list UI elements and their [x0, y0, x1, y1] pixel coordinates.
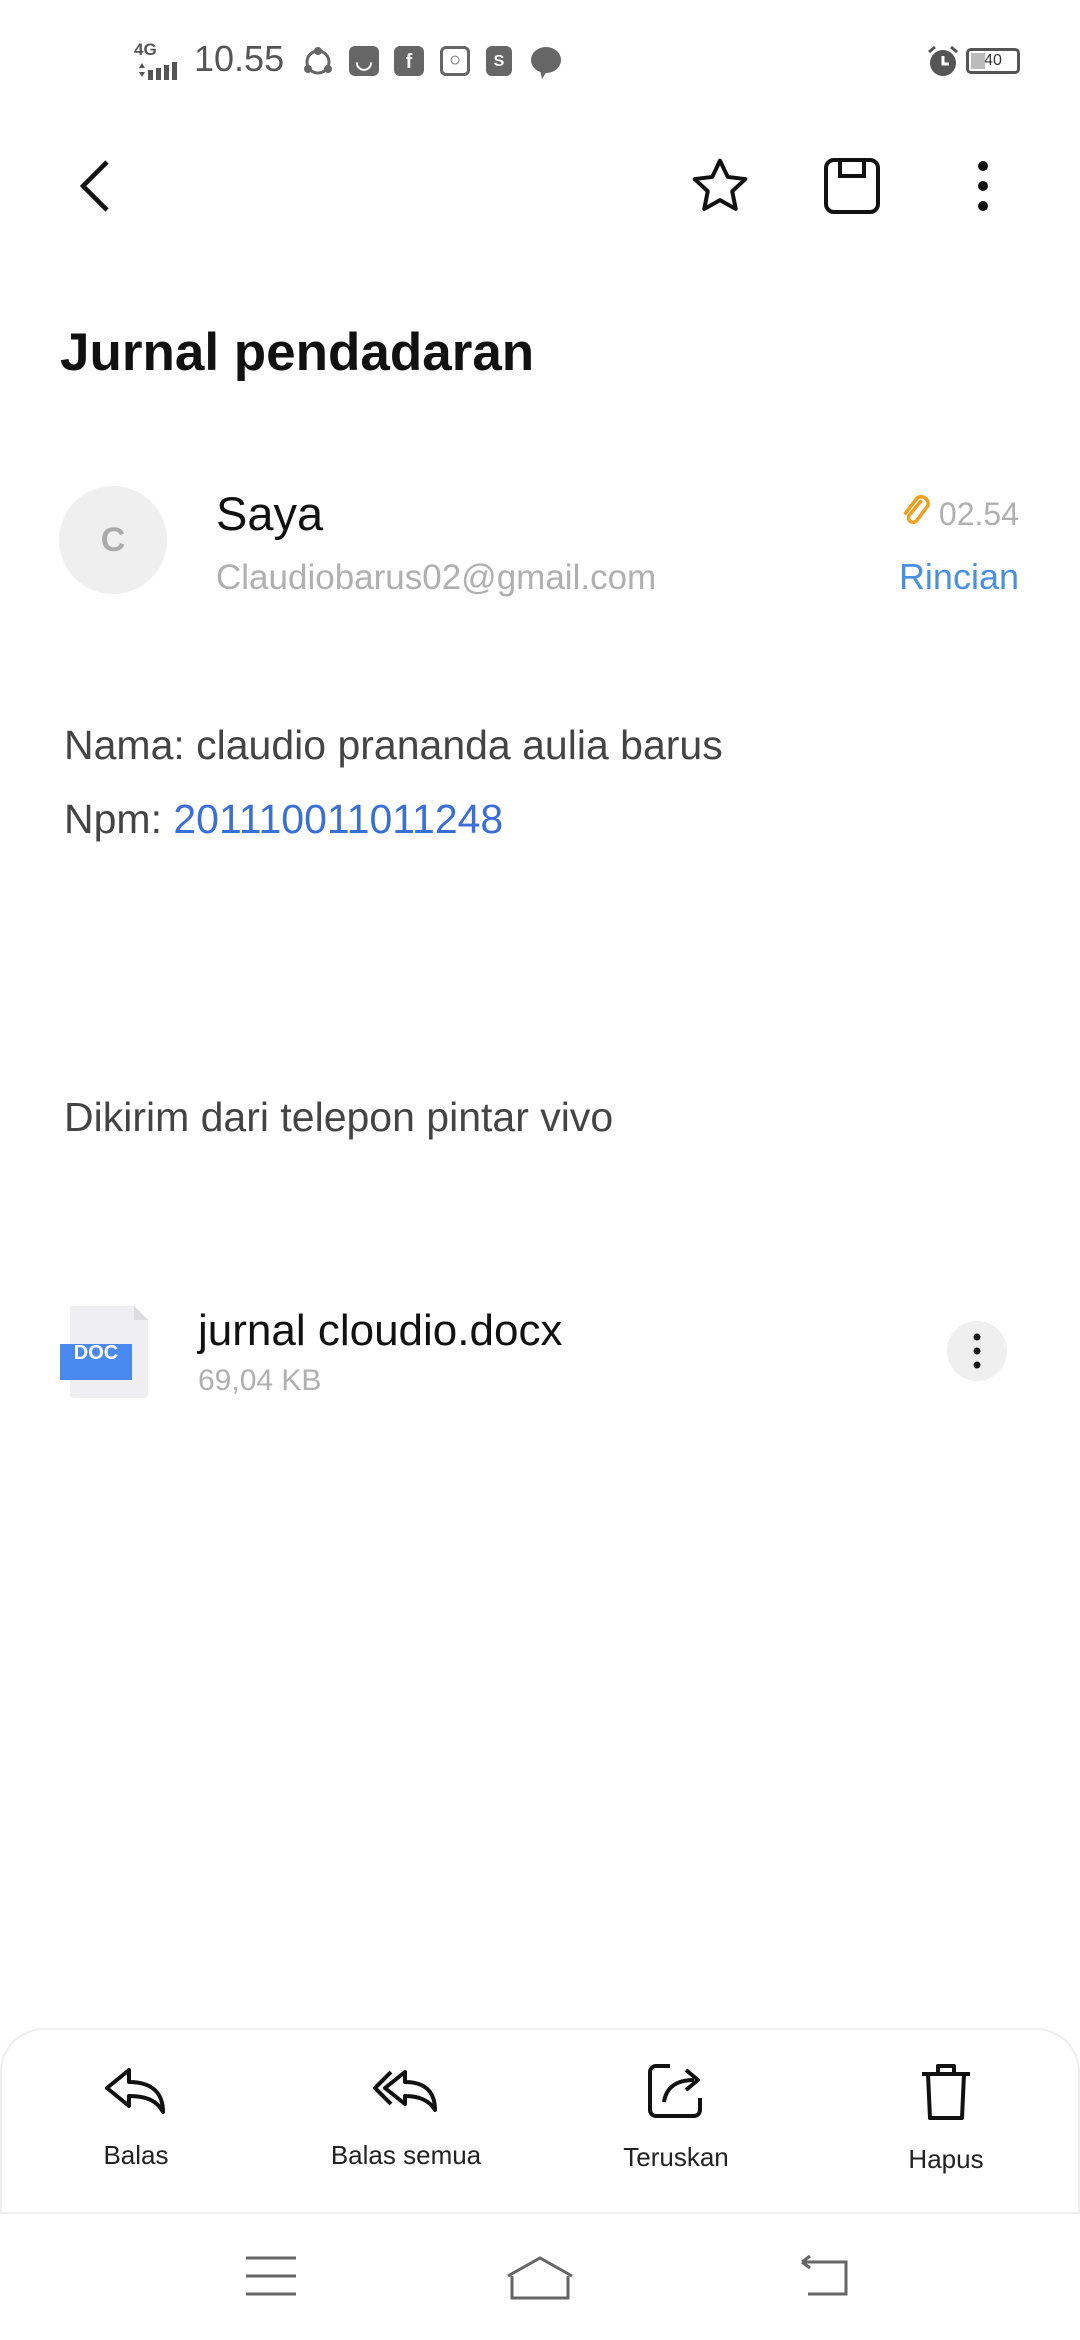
reply-all-icon [373, 2070, 437, 2112]
star-icon [692, 158, 748, 211]
shopee-icon: S [486, 46, 512, 76]
sync-icon [304, 47, 332, 75]
alarm-icon [928, 45, 958, 76]
attachment-more-button[interactable] [947, 1321, 1007, 1381]
home-icon[interactable] [504, 2254, 576, 2302]
reply-all-label: Balas semua [330, 2140, 482, 2170]
sender-email: Claudiobarus02@gmail.com [216, 558, 657, 597]
email-subject: Jurnal pendadaran [60, 323, 535, 382]
attachment-icon [903, 495, 930, 525]
save-icon [824, 158, 880, 214]
body-npm-line: Npm: 201110011011248 [64, 796, 503, 843]
more-options-button[interactable] [947, 150, 1019, 222]
action-bar: Balas Balas semua Teruskan Hapus [0, 2028, 1080, 2212]
body-name-line: Nama: claudio prananda aulia barus [64, 722, 723, 768]
trash-icon [922, 2064, 970, 2120]
more-icon [978, 161, 988, 211]
delete-label: Hapus [908, 2144, 984, 2174]
doc-type-label: DOC [73, 1342, 119, 1364]
back-icon [79, 160, 109, 212]
network-indicator: 4G [134, 40, 157, 59]
reply-all-button[interactable]: Balas semua [296, 2062, 516, 2171]
signature: Dikirim dari telepon pintar vivo [64, 1094, 614, 1140]
forward-button[interactable]: Teruskan [566, 2062, 786, 2173]
clock: 10.55 [194, 38, 285, 79]
npm-label: Npm: [64, 796, 174, 842]
details-link[interactable]: Rincian [899, 556, 1019, 598]
chat-icon [531, 47, 561, 79]
sender-name: Saya [216, 487, 324, 540]
npm-link[interactable]: 201110011011248 [173, 796, 503, 842]
reply-icon [105, 2068, 165, 2114]
reply-button[interactable]: Balas [26, 2062, 246, 2171]
email-time: 02.54 [938, 496, 1019, 532]
attachment-size: 69,04 KB [198, 1364, 322, 1397]
attachment-filename[interactable]: jurnal cloudio.docx [198, 1306, 562, 1356]
menu-icon[interactable] [244, 2254, 298, 2298]
star-button[interactable] [684, 150, 756, 222]
reply-label: Balas [103, 2140, 169, 2170]
save-button[interactable] [816, 150, 888, 222]
forward-icon [648, 2064, 702, 2118]
back-button[interactable] [59, 150, 131, 222]
back-nav-icon[interactable] [796, 2254, 852, 2298]
signal-icon [139, 62, 177, 80]
facebook-icon: f [394, 46, 424, 76]
delete-button[interactable]: Hapus [836, 2062, 1056, 2175]
battery-indicator: 40 [966, 48, 1020, 74]
instagram-icon: ○ [440, 46, 470, 76]
avatar: C [59, 486, 167, 594]
status-bar: 4G 10.55 ◡ f ○ S 40 [0, 36, 1080, 86]
more-icon [973, 1333, 981, 1369]
navigation-bar [0, 2212, 1080, 2340]
mail-icon: ◡ [349, 46, 379, 76]
forward-label: Teruskan [623, 2142, 729, 2172]
